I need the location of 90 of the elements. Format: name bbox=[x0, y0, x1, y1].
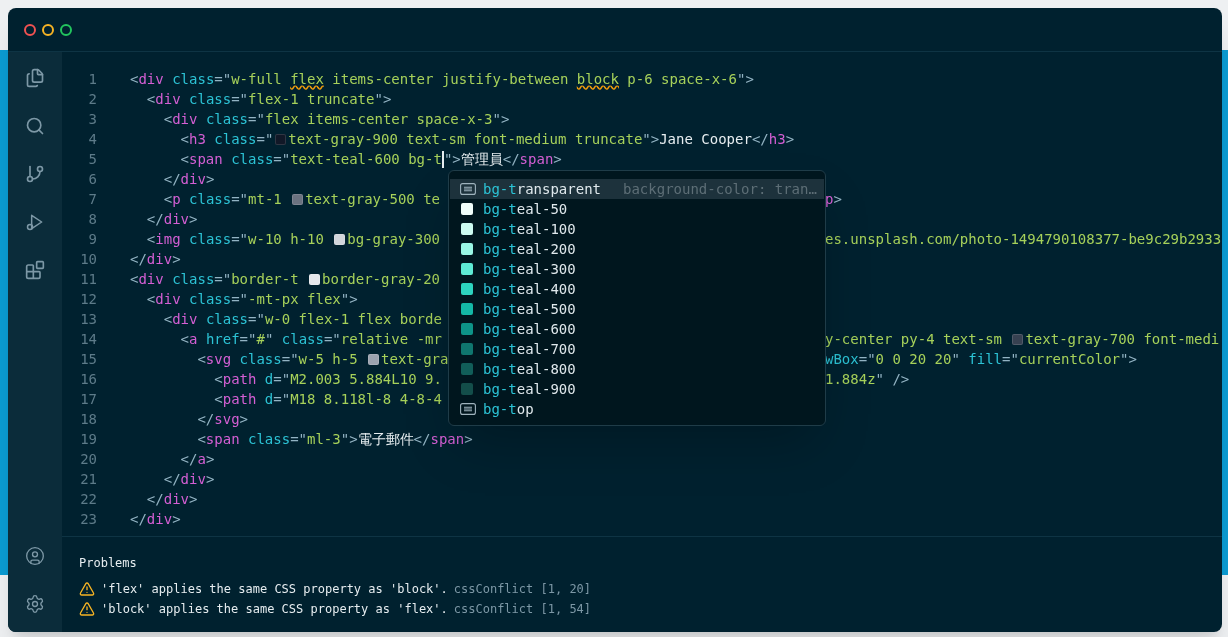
code-line: <div class="w-full flex items-center justify-between block p-6 space-x-6"> bbox=[130, 70, 754, 89]
warning-icon bbox=[79, 581, 95, 597]
keyword-icon bbox=[460, 403, 476, 415]
code-line: <span class="ml-3">電子郵件</span> bbox=[196, 430, 473, 449]
warning-icon bbox=[79, 601, 95, 617]
code-text: <svg class="w-5 h-5 bbox=[196, 350, 359, 369]
code-text: ">管理員</span> bbox=[443, 150, 562, 169]
line-number: 18 bbox=[79, 410, 97, 429]
line-number: 2 bbox=[87, 90, 97, 109]
suggestion-item[interactable]: bg-teal-300 bbox=[450, 259, 824, 279]
line-number: 7 bbox=[87, 190, 97, 209]
window-control-button[interactable] bbox=[24, 23, 36, 36]
files-icon[interactable] bbox=[25, 68, 45, 88]
code-text: es.unsplash.com/photo-1494790108377-be9c29b2933 bbox=[825, 230, 1222, 249]
line-number: 10 bbox=[79, 250, 97, 269]
suggestion-item[interactable]: bg-teal-900 bbox=[450, 379, 824, 399]
code-text: <div class="border-t bbox=[130, 270, 300, 289]
line-number: 20 bbox=[79, 450, 97, 469]
suggestion-item[interactable]: bg-teal-500 bbox=[450, 299, 824, 319]
suggestion-item[interactable]: bg-teal-800 bbox=[450, 359, 824, 379]
window-control-button[interactable] bbox=[60, 23, 72, 36]
suggestion-item[interactable]: bg-teal-200 bbox=[450, 239, 824, 259]
keyword-icon bbox=[460, 183, 476, 195]
suggestion-item[interactable]: bg-teal-100 bbox=[450, 219, 824, 239]
suggestion-item[interactable]: bg-teal-600 bbox=[450, 319, 824, 339]
suggestion-item[interactable]: bg-top bbox=[450, 399, 824, 419]
code-line: <a href="#" class="relative -mr bbox=[179, 330, 442, 349]
line-number: 11 bbox=[79, 270, 97, 289]
suggestion-item[interactable]: bg-t ransparent background-color: tran… bbox=[450, 179, 824, 199]
code-line: <path d="M18 8.118l-8 4-8-4 bbox=[213, 390, 442, 409]
code-line: <div class="flex-1 truncate"> bbox=[145, 90, 392, 109]
code-line: </a> bbox=[179, 450, 215, 469]
branch-icon[interactable] bbox=[25, 164, 45, 184]
code-line: <div class="w-0 flex-1 flex borde bbox=[162, 310, 442, 329]
code-text: bg-gray-300 bbox=[347, 230, 441, 249]
line-number: 17 bbox=[79, 390, 97, 409]
play-bug-icon[interactable] bbox=[25, 212, 45, 232]
code-line: </div> bbox=[145, 490, 198, 509]
line-number: 4 bbox=[87, 130, 97, 149]
line-number: 8 bbox=[87, 210, 97, 229]
search-icon[interactable] bbox=[25, 116, 45, 136]
suggestion-item[interactable]: bg-teal-400 bbox=[450, 279, 824, 299]
account-icon[interactable] bbox=[25, 546, 45, 566]
settings-icon[interactable] bbox=[25, 594, 45, 614]
line-number: 3 bbox=[87, 110, 97, 129]
code-text: text-gra bbox=[381, 350, 449, 369]
code-text: p> bbox=[825, 190, 842, 209]
code-line: </svg> bbox=[196, 410, 249, 429]
line-number: 13 bbox=[79, 310, 97, 329]
code-text: text-gray-500 te bbox=[305, 190, 441, 209]
code-text: text-gray-700 font-medi bbox=[1025, 330, 1220, 349]
code-line: </div> bbox=[130, 510, 181, 529]
line-number: 19 bbox=[79, 430, 97, 449]
code-text: <h3 class=" bbox=[179, 130, 274, 149]
line-number: 6 bbox=[87, 170, 97, 189]
code-text: 1.884z" /> bbox=[825, 370, 910, 389]
line-number: 1 bbox=[87, 70, 97, 89]
code-line: <path d="M2.003 5.884L10 9. bbox=[213, 370, 442, 389]
code-line: <div class="flex items-center space-x-3"> bbox=[162, 110, 510, 129]
problem-source: cssConflict [1, 20] bbox=[453, 581, 592, 598]
code-line: <div class="-mt-px flex"> bbox=[145, 290, 358, 309]
line-number: 15 bbox=[79, 350, 97, 369]
code-text: border-gray-20 bbox=[322, 270, 441, 289]
window-control-button[interactable] bbox=[42, 23, 54, 36]
code-line: </div> bbox=[145, 210, 198, 229]
code-text: text-gray-900 text-sm font-medium truncate">Jane Cooper</h3> bbox=[288, 130, 795, 149]
problem-message: 'block' applies the same CSS property as 'flex'. bbox=[101, 601, 448, 618]
code-line: </div> bbox=[130, 250, 181, 269]
code-text: <img class="w-10 h-10 bbox=[145, 230, 325, 249]
line-number: 16 bbox=[79, 370, 97, 389]
code-text: wBox="0 0 20 20" fill="currentColor"> bbox=[825, 350, 1137, 369]
line-number: 23 bbox=[79, 510, 97, 529]
problem-message: 'flex' applies the same CSS property as 'block'. bbox=[101, 581, 448, 598]
line-number: 21 bbox=[79, 470, 97, 489]
suggestion-item[interactable]: bg-teal-50 bbox=[450, 199, 824, 219]
blocks-icon[interactable] bbox=[25, 260, 45, 280]
line-number: 5 bbox=[87, 150, 97, 169]
line-number: 12 bbox=[79, 290, 97, 309]
suggestion-item[interactable]: bg-teal-700 bbox=[450, 339, 824, 359]
text-cursor bbox=[441, 150, 444, 168]
problem-source: cssConflict [1, 54] bbox=[453, 601, 592, 618]
code-text: <span class="text-teal-600 bg-t bbox=[179, 150, 442, 169]
line-number: 22 bbox=[79, 490, 97, 509]
code-text: <p class="mt-1 bbox=[162, 190, 283, 209]
line-number: 9 bbox=[87, 230, 97, 249]
line-number: 14 bbox=[79, 330, 97, 349]
code-line: </div> bbox=[162, 470, 215, 489]
code-line: </div> bbox=[162, 170, 215, 189]
panel-title: Problems bbox=[79, 555, 138, 572]
code-text: y-center py-4 text-sm bbox=[825, 330, 1003, 349]
